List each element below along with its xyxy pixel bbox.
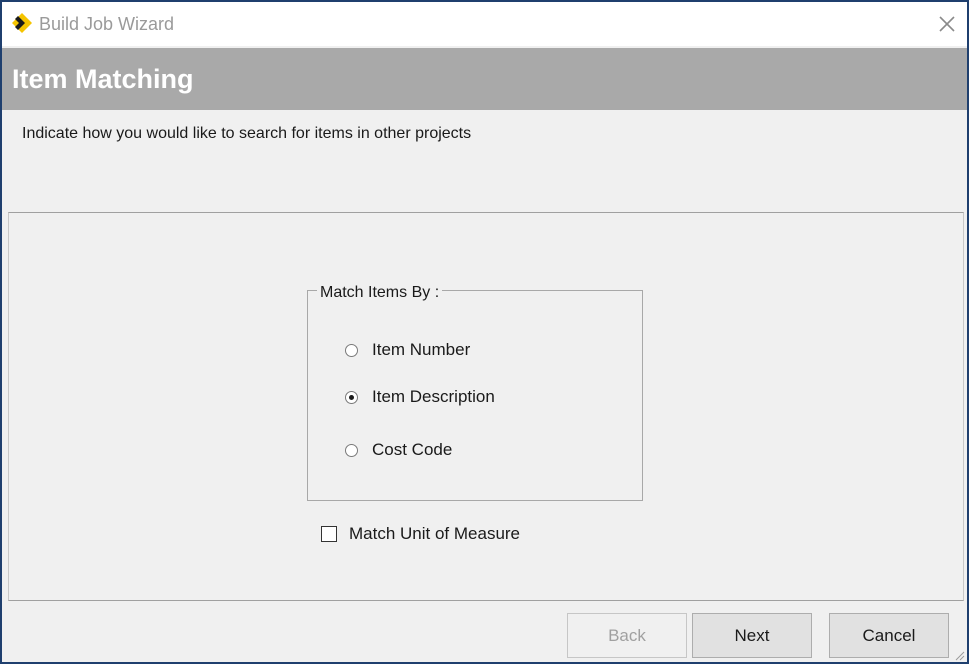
checkbox-label: Match Unit of Measure bbox=[349, 524, 521, 543]
wizard-logo-icon bbox=[11, 12, 33, 34]
radio-label: Item Number bbox=[372, 340, 471, 359]
checkbox[interactable] bbox=[321, 526, 337, 542]
radio-label: Item Description bbox=[372, 387, 495, 406]
match-unit-of-measure-checkbox[interactable]: Match Unit of Measure bbox=[321, 522, 520, 546]
radio-button-selected[interactable] bbox=[345, 390, 358, 404]
window-title: Build Job Wizard bbox=[39, 14, 175, 34]
header-band: Item Matching bbox=[2, 48, 967, 110]
close-icon bbox=[939, 16, 955, 32]
build-job-wizard-window: Build Job Wizard Item Matching Indicate … bbox=[0, 0, 969, 664]
radio-item-description[interactable]: Item Description bbox=[345, 385, 495, 409]
instructions-text: Indicate how you would like to search fo… bbox=[22, 125, 472, 142]
groupbox-legend: Match Items By : bbox=[317, 283, 443, 303]
radio-selected-dot bbox=[349, 394, 354, 400]
next-button[interactable]: Next bbox=[692, 613, 812, 658]
title-bar: Build Job Wizard bbox=[2, 2, 967, 46]
page-title: Item Matching bbox=[12, 64, 194, 94]
cancel-button[interactable]: Cancel bbox=[829, 613, 949, 658]
radio-button[interactable] bbox=[345, 343, 358, 357]
radio-label: Cost Code bbox=[372, 440, 453, 459]
radio-cost-code[interactable]: Cost Code bbox=[345, 438, 452, 462]
resize-grip-icon[interactable] bbox=[953, 648, 965, 661]
back-button[interactable]: Back bbox=[567, 613, 687, 658]
close-button[interactable] bbox=[931, 8, 963, 40]
radio-item-number[interactable]: Item Number bbox=[345, 338, 470, 362]
radio-button[interactable] bbox=[345, 443, 358, 457]
